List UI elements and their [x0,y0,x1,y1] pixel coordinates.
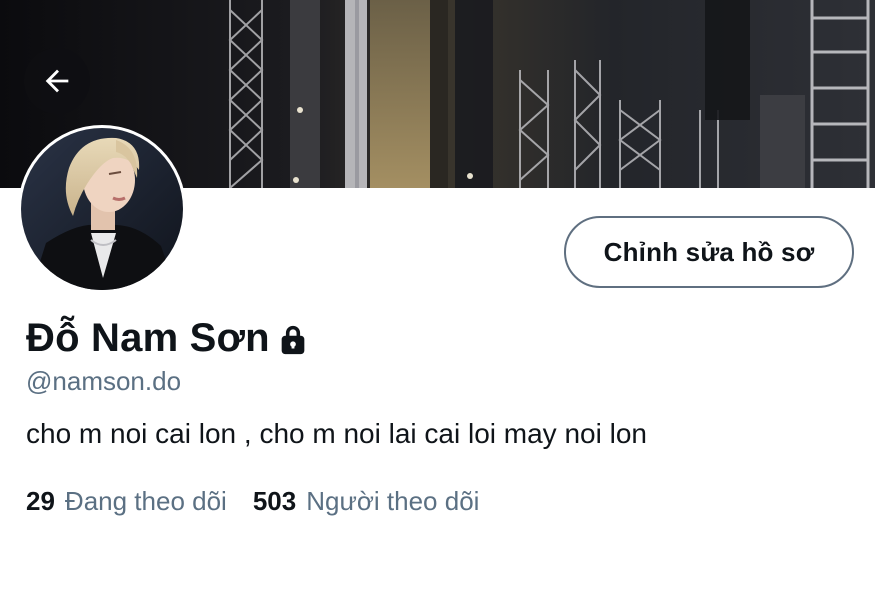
profile-handle: @namson.do [26,366,182,396]
edit-profile-button[interactable]: Chỉnh sửa hồ sơ [564,216,854,288]
following-label: Đang theo dõi [64,486,227,516]
lock-icon [281,325,305,354]
followers-label: Người theo dõi [306,486,480,516]
following-link[interactable]: 29 Đang theo dõi [26,486,227,517]
display-name: Đỗ Nam Sơn [26,316,270,360]
back-button[interactable] [24,48,90,114]
profile-name-row: Đỗ Nam Sơn [26,316,310,361]
profile-stats: 29 Đang theo dõi 503 Người theo dõi [26,486,479,517]
avatar-photo [21,128,183,290]
arrow-left-icon [45,69,69,93]
profile-page: Chỉnh sửa hồ sơ Đỗ Nam Sơn @namson.do ch… [0,0,875,600]
following-count: 29 [26,486,55,516]
profile-avatar[interactable] [18,125,186,293]
profile-bio: cho m noi cai lon , cho m noi lai cai lo… [26,418,647,449]
followers-count: 503 [252,486,297,516]
followers-link[interactable]: 503 Người theo dõi [253,486,480,517]
